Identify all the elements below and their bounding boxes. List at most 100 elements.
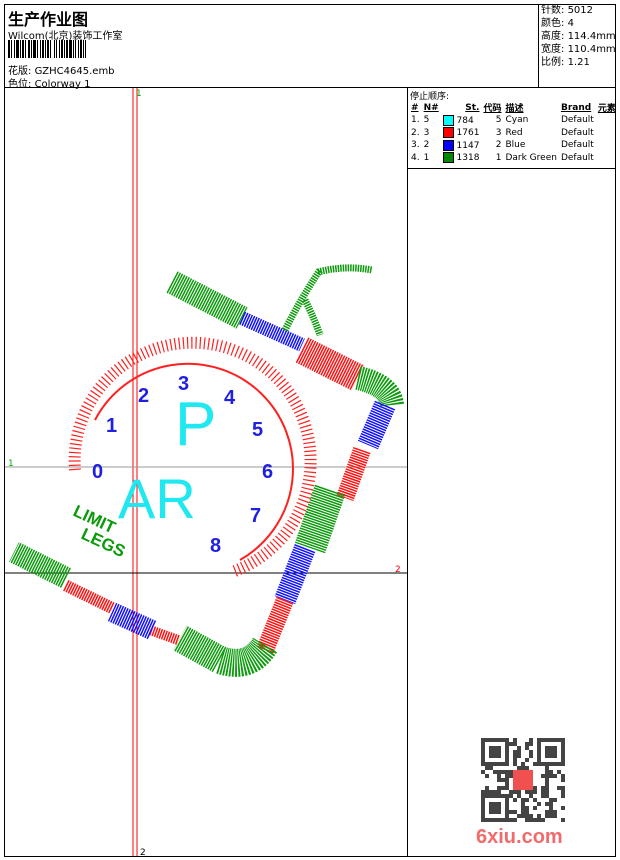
stat-label: 宽度: [541,44,565,55]
stat-value: 110.4mm [567,44,616,55]
stat-height: 高度: 114.4mm [541,30,616,43]
frame-border [9,271,404,677]
axis-label-v-top: 1 [136,89,142,99]
dial-number: 0 [92,461,103,483]
big-letter-p: P [175,390,216,459]
col-index: # [411,102,419,113]
table-row: 1. 5 784 5 Cyan Default [409,114,618,127]
stat-label: 高度: [541,31,565,42]
big-letters-ar: AR [118,467,196,530]
row-description: Dark Green [505,152,557,163]
col-code: 代码 [483,104,502,114]
row-element [596,127,618,140]
row-brand: Default [560,140,594,151]
row-description: Blue [505,140,526,151]
row-needle: 2 [423,140,430,151]
dial-number: 8 [210,535,221,557]
header: 生产作业图 Wilcom(北京)装饰工作室 花版: GZHC4645.emb 色… [4,4,616,90]
col-needle: N# [423,102,439,113]
table-header: # N# St. 代码 描述 Brand 元素 [409,101,618,115]
frame-red-3 [256,596,294,654]
row-code: 3 [495,127,502,138]
dial-number: 1 [106,415,117,437]
qr-code [481,738,565,822]
dial-number: 5 [252,419,263,441]
row-element [596,139,618,152]
table-row: 3. 2 1147 2 Blue Default [409,139,618,152]
dial-number: 4 [224,387,236,409]
row-stitches: 1147 [441,139,482,152]
stat-stitches: 针数: 5012 [541,4,616,17]
stat-value: 1.21 [567,57,590,68]
frame-red-1 [295,337,365,391]
color-swatch [442,127,454,139]
stitch-count: 1147 [456,140,480,151]
embroidery-design: 012345678 P AR LIMIT LEGS 1 2 1 2 [5,88,407,858]
row-needle: 5 [423,115,430,126]
stat-width: 宽度: 110.4mm [541,43,616,56]
barcode [8,40,126,58]
frame-red-2 [336,446,371,502]
stitch-count: 784 [456,115,474,126]
dial-number: 6 [262,461,273,483]
axis-label-h-left: 1 [8,459,14,469]
row-stitches: 1318 [441,152,482,165]
row-index: 3. [411,140,420,151]
table-row: 2. 3 1761 3 Red Default [409,127,618,140]
stat-label: 颜色: [541,18,565,29]
color-swatch [442,139,454,151]
table-row: 4. 1 1318 1 Dark Green Default [409,152,618,165]
frame-blue-3 [274,544,316,604]
row-code: 2 [495,140,502,151]
stat-label: 比例: [541,57,565,68]
row-brand: Default [560,152,594,163]
barcode-bar [86,40,88,58]
row-brand: Default [560,127,594,138]
stat-value: 4 [567,18,574,29]
stop-sequence-table: # N# St. 代码 描述 Brand 元素 1. 5 784 5 Cyan … [409,101,618,164]
stop-sequence-panel: 停止顺序: # N# St. 代码 描述 Brand 元素 1. 5 784 5… [408,88,616,169]
stat-label: 针数: [541,5,565,16]
dial-number: 2 [138,385,149,407]
axis-label-v-bottom: 2 [140,848,146,856]
frame-green-corner-2 [173,625,278,677]
col-description: 描述 [505,104,524,114]
design-stats: 针数: 5012 颜色: 4 高度: 114.4mm 宽度: 110.4mm 比… [538,4,616,87]
design-preview: 012345678 P AR LIMIT LEGS 1 2 1 2 [5,88,408,858]
stat-scale: 比例: 1.21 [541,56,616,69]
stitch-count: 1318 [456,153,480,164]
dial-number: 7 [250,505,261,527]
stat-colors: 颜色: 4 [541,17,616,30]
row-code: 1 [495,152,502,163]
frame-green-1 [166,271,248,329]
row-element [596,152,618,165]
row-index: 4. [411,152,420,163]
row-brand: Default [560,115,594,126]
stat-value: 114.4mm [567,31,616,42]
frame-green-2 [294,484,346,554]
frame-blue-4 [107,602,157,640]
row-index: 2. [411,127,420,138]
frame-green-3 [9,542,71,588]
row-needle: 1 [423,152,430,163]
row-code: 5 [495,115,502,126]
frame-red-4 [148,625,180,645]
axis-label-h-right: 2 [395,565,401,575]
row-description: Cyan [505,115,529,126]
frame-red-5 [62,579,115,614]
stitch-count: 1761 [456,128,480,139]
row-element [596,114,618,127]
col-element: 元素 [597,104,616,114]
color-swatch [442,152,454,164]
watermark-logo: 6xiu.com [476,826,563,848]
stat-value: 5012 [567,5,594,16]
k-glyph [281,264,373,337]
row-stitches: 1761 [441,127,482,140]
row-needle: 3 [423,127,430,138]
row-index: 1. [411,115,420,126]
color-swatch [442,114,454,126]
col-brand: Brand [560,102,592,113]
row-description: Red [505,127,523,138]
row-stitches: 784 [441,114,482,127]
col-stitches: St. [465,102,480,113]
